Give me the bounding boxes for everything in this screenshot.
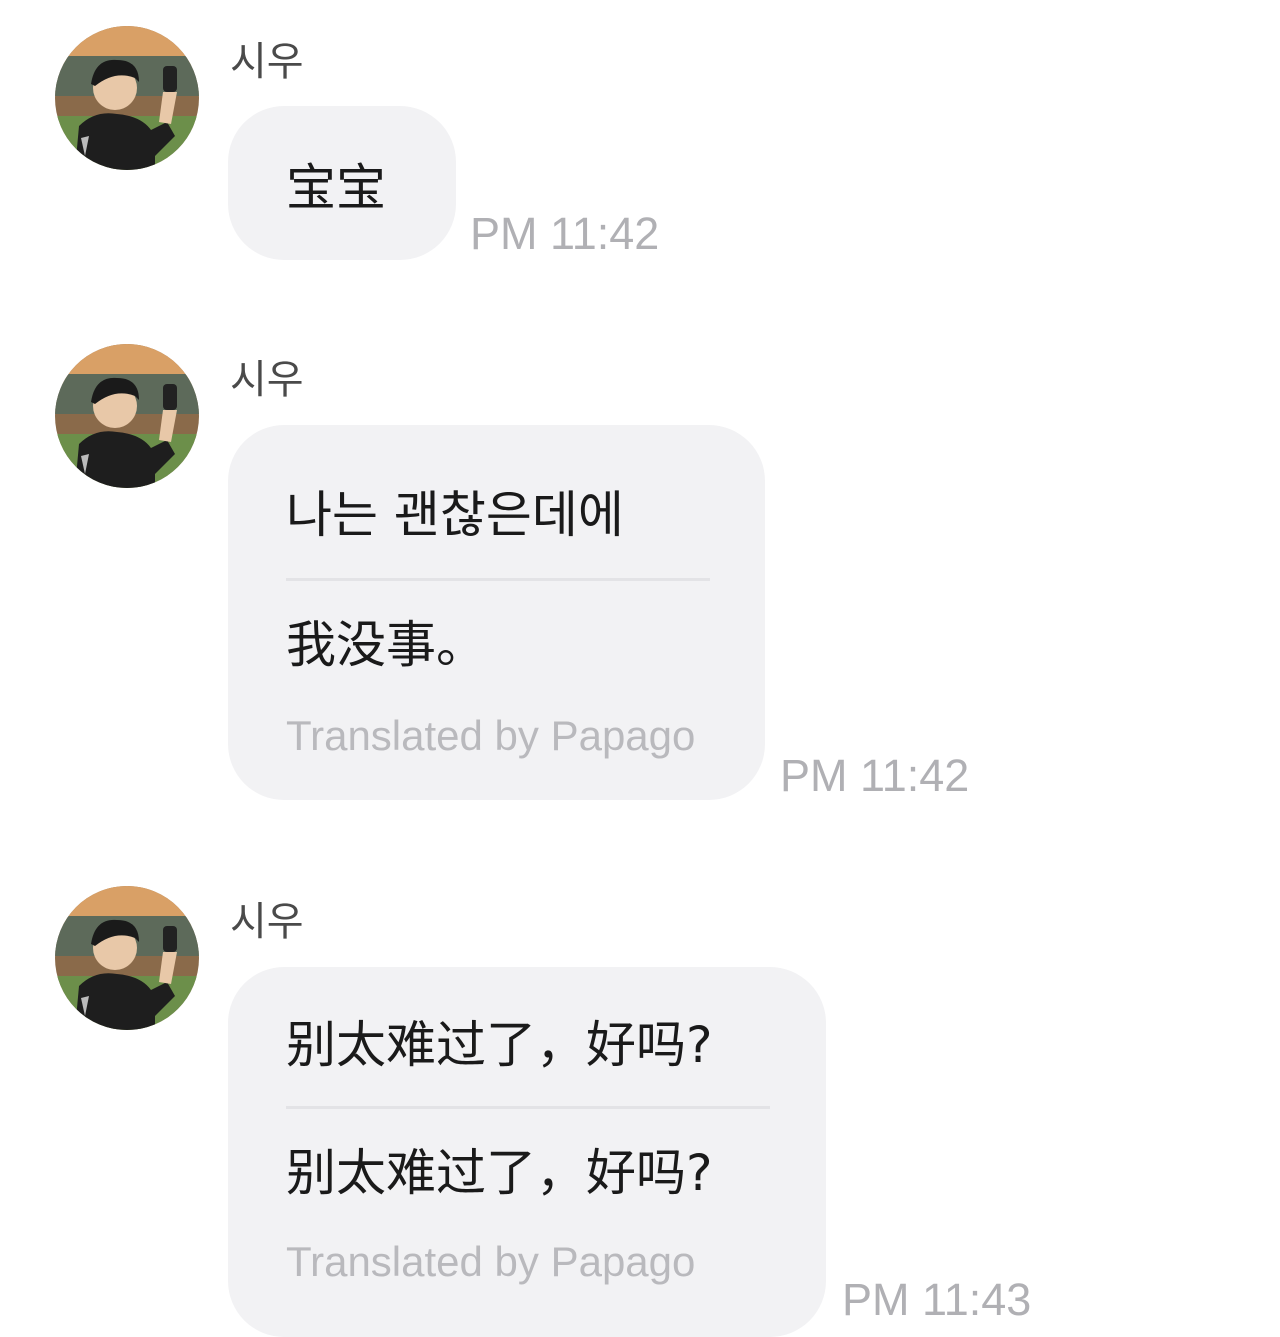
avatar[interactable]	[55, 886, 199, 1030]
message-timestamp: PM 11:43	[842, 1274, 1032, 1325]
avatar[interactable]	[55, 344, 199, 488]
message-text: 나는 괜찮은데에	[286, 486, 624, 544]
avatar-photo	[55, 26, 199, 170]
message-timestamp: PM 11:42	[780, 750, 970, 801]
avatar[interactable]	[55, 26, 199, 170]
message-text: 别太难过了，好吗?	[286, 1016, 713, 1074]
translation-divider	[286, 1106, 770, 1109]
translation-text: 我没事。	[286, 616, 486, 674]
translation-divider	[286, 578, 710, 581]
avatar-photo	[55, 344, 199, 488]
avatar-photo	[55, 886, 199, 1030]
message-text: 宝宝	[286, 159, 386, 217]
translation-credit: Translated by Papago	[286, 712, 696, 759]
message-bubble[interactable]: 나는 괜찮은데에 我没事。 Translated by Papago	[228, 425, 765, 800]
sender-name: 시우	[230, 899, 304, 945]
message-bubble[interactable]: 别太难过了，好吗? 别太难过了，好吗? Translated by Papago	[228, 967, 826, 1337]
translation-credit: Translated by Papago	[286, 1238, 696, 1285]
sender-name: 시우	[230, 39, 304, 85]
message-timestamp: PM 11:42	[470, 208, 660, 259]
sender-name: 시우	[230, 357, 304, 403]
message-bubble[interactable]: 宝宝	[228, 106, 456, 260]
translation-text: 别太难过了，好吗?	[286, 1144, 713, 1202]
